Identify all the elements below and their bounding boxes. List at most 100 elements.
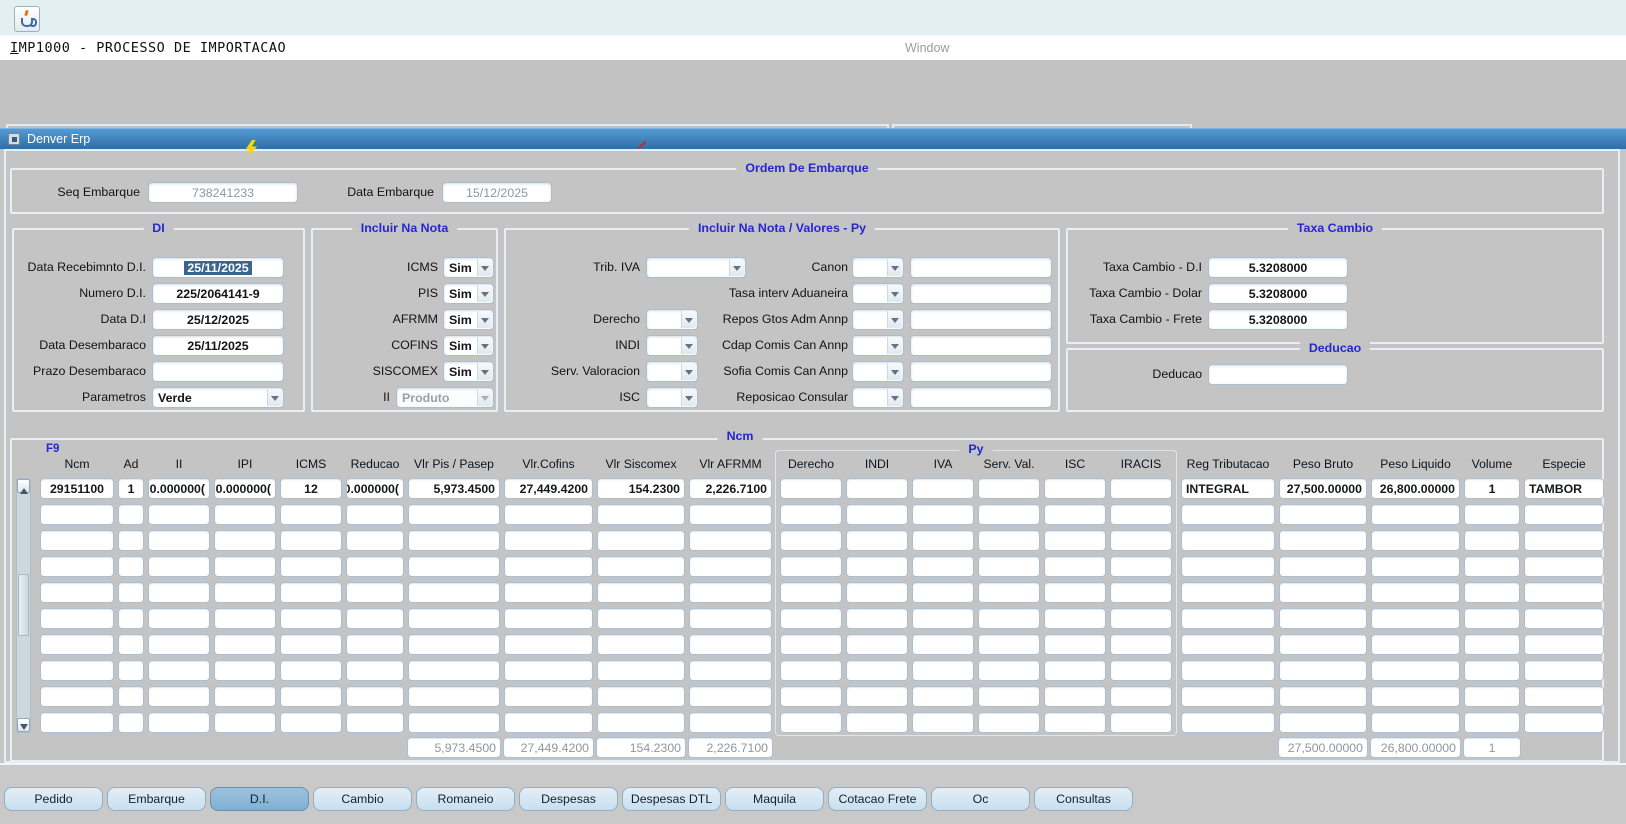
grid-cell-r1cncm[interactable] <box>40 504 114 525</box>
grid-cell-r3cvolume[interactable] <box>1464 556 1520 577</box>
grid-cell-r7cvlr-cofins[interactable] <box>504 660 593 681</box>
grid-cell-r7cindi[interactable] <box>846 660 908 681</box>
chevron-down-icon[interactable] <box>477 337 492 354</box>
chevron-down-icon[interactable] <box>887 389 902 406</box>
grid-cell-r8civa[interactable] <box>912 686 974 707</box>
grid-cell-r0cvolume[interactable]: 1 <box>1464 478 1520 499</box>
grid-cell-r1cvlr-cofins[interactable] <box>504 504 593 525</box>
grid-cell-r7ciracis[interactable] <box>1110 660 1172 681</box>
grid-cell-r1cvolume[interactable] <box>1464 504 1520 525</box>
grid-cell-r3civa[interactable] <box>912 556 974 577</box>
tasa-interv-aduaneira-amount-field[interactable] <box>910 283 1052 304</box>
grid-cell-r2civa[interactable] <box>912 530 974 551</box>
grid-cell-r2cvolume[interactable] <box>1464 530 1520 551</box>
reposicao-consular-dropdown[interactable] <box>852 387 904 408</box>
grid-cell-r4cserv-val[interactable] <box>978 582 1040 603</box>
grid-cell-r4cindi[interactable] <box>846 582 908 603</box>
grid-cell-r6cserv-val[interactable] <box>978 634 1040 655</box>
grid-cell-r0cvlr-pis-pasep[interactable]: 5,973.4500 <box>408 478 500 499</box>
grid-cell-r0cisc[interactable] <box>1044 478 1106 499</box>
isc-dropdown[interactable] <box>646 387 698 408</box>
grid-cell-r1cipi[interactable] <box>214 504 276 525</box>
grid-cell-r5cvlr-cofins[interactable] <box>504 608 593 629</box>
grid-cell-r9cipi[interactable] <box>214 712 276 733</box>
grid-cell-r2cncm[interactable] <box>40 530 114 551</box>
grid-cell-r3cncm[interactable] <box>40 556 114 577</box>
grid-cell-r0creducao[interactable]: 0.000000( <box>346 478 404 499</box>
grid-cell-r8cserv-val[interactable] <box>978 686 1040 707</box>
grid-cell-r8creducao[interactable] <box>346 686 404 707</box>
data-di-field[interactable]: 25/12/2025 <box>152 309 284 330</box>
grid-cell-r9cindi[interactable] <box>846 712 908 733</box>
grid-cell-r0cncm[interactable]: 29151100 <box>40 478 114 499</box>
grid-cell-r7cderecho[interactable] <box>780 660 842 681</box>
grid-cell-r7creg-tributacao[interactable] <box>1181 660 1275 681</box>
grid-cell-r8cderecho[interactable] <box>780 686 842 707</box>
grid-cell-r6cderecho[interactable] <box>780 634 842 655</box>
grid-cell-r0cicms[interactable]: 12 <box>280 478 342 499</box>
grid-cell-r2cvlr-cofins[interactable] <box>504 530 593 551</box>
repos-gtos-adm-annp-amount-field[interactable] <box>910 309 1052 330</box>
grid-cell-r2cicms[interactable] <box>280 530 342 551</box>
grid-cell-r3cespecie[interactable] <box>1524 556 1604 577</box>
grid-cell-r8cicms[interactable] <box>280 686 342 707</box>
grid-cell-r6cpeso-liquido[interactable] <box>1371 634 1460 655</box>
grid-cell-r7cpeso-liquido[interactable] <box>1371 660 1460 681</box>
tab-romaneio[interactable]: Romaneio <box>416 787 515 811</box>
grid-cell-r5cipi[interactable] <box>214 608 276 629</box>
grid-cell-r3cvlr-afrmm[interactable] <box>689 556 772 577</box>
grid-cell-r3cipi[interactable] <box>214 556 276 577</box>
grid-cell-r9creg-tributacao[interactable] <box>1181 712 1275 733</box>
grid-cell-r2creducao[interactable] <box>346 530 404 551</box>
grid-cell-r4cad[interactable] <box>118 582 144 603</box>
tab-cotacao-frete[interactable]: Cotacao Frete <box>828 787 927 811</box>
grid-cell-r1creg-tributacao[interactable] <box>1181 504 1275 525</box>
tab-despesas[interactable]: Despesas <box>519 787 618 811</box>
grid-cell-r6cpeso-bruto[interactable] <box>1279 634 1367 655</box>
taxa-cambio-di-field[interactable]: 5.3208000 <box>1208 257 1348 278</box>
tab-embarque[interactable]: Embarque <box>107 787 206 811</box>
grid-cell-r9creducao[interactable] <box>346 712 404 733</box>
grid-cell-r1cindi[interactable] <box>846 504 908 525</box>
grid-cell-r1cisc[interactable] <box>1044 504 1106 525</box>
grid-cell-r6creducao[interactable] <box>346 634 404 655</box>
grid-cell-r5cisc[interactable] <box>1044 608 1106 629</box>
chevron-down-icon[interactable] <box>477 311 492 328</box>
grid-cell-r3cvlr-pis-pasep[interactable] <box>408 556 500 577</box>
grid-cell-r9cad[interactable] <box>118 712 144 733</box>
grid-cell-r3cderecho[interactable] <box>780 556 842 577</box>
grid-cell-r2cderecho[interactable] <box>780 530 842 551</box>
grid-cell-r3cpeso-bruto[interactable] <box>1279 556 1367 577</box>
grid-cell-r1cpeso-bruto[interactable] <box>1279 504 1367 525</box>
grid-cell-r9cderecho[interactable] <box>780 712 842 733</box>
canon-amount-field[interactable] <box>910 257 1052 278</box>
grid-cell-r1civa[interactable] <box>912 504 974 525</box>
grid-cell-r6cindi[interactable] <box>846 634 908 655</box>
taxa-cambio-dolar-field[interactable]: 5.3208000 <box>1208 283 1348 304</box>
grid-cell-r3cii[interactable] <box>148 556 210 577</box>
seq-embarque-field[interactable]: 738241233 <box>148 182 298 203</box>
grid-cell-r8cvlr-siscomex[interactable] <box>597 686 685 707</box>
tab-pedido[interactable]: Pedido <box>4 787 103 811</box>
grid-cell-r4cvlr-cofins[interactable] <box>504 582 593 603</box>
grid-cell-r6cespecie[interactable] <box>1524 634 1604 655</box>
grid-cell-r2cisc[interactable] <box>1044 530 1106 551</box>
chevron-down-icon[interactable] <box>887 337 902 354</box>
grid-cell-r5cii[interactable] <box>148 608 210 629</box>
tab-despesas-dtl[interactable]: Despesas DTL <box>622 787 721 811</box>
grid-cell-r1cpeso-liquido[interactable] <box>1371 504 1460 525</box>
grid-cell-r0cpeso-bruto[interactable]: 27,500.00000 <box>1279 478 1367 499</box>
grid-cell-r6cisc[interactable] <box>1044 634 1106 655</box>
chevron-down-icon[interactable] <box>477 285 492 302</box>
grid-cell-r2ciracis[interactable] <box>1110 530 1172 551</box>
chevron-down-icon[interactable] <box>477 259 492 276</box>
chevron-down-icon[interactable] <box>681 337 696 354</box>
grid-cell-r9cvlr-afrmm[interactable] <box>689 712 772 733</box>
grid-cell-r3cserv-val[interactable] <box>978 556 1040 577</box>
grid-cell-r7cserv-val[interactable] <box>978 660 1040 681</box>
grid-cell-r4cpeso-bruto[interactable] <box>1279 582 1367 603</box>
grid-cell-r3cindi[interactable] <box>846 556 908 577</box>
grid-cell-r4creducao[interactable] <box>346 582 404 603</box>
grid-cell-r9cpeso-bruto[interactable] <box>1279 712 1367 733</box>
siscomex-dropdown[interactable]: Sim <box>443 361 494 382</box>
